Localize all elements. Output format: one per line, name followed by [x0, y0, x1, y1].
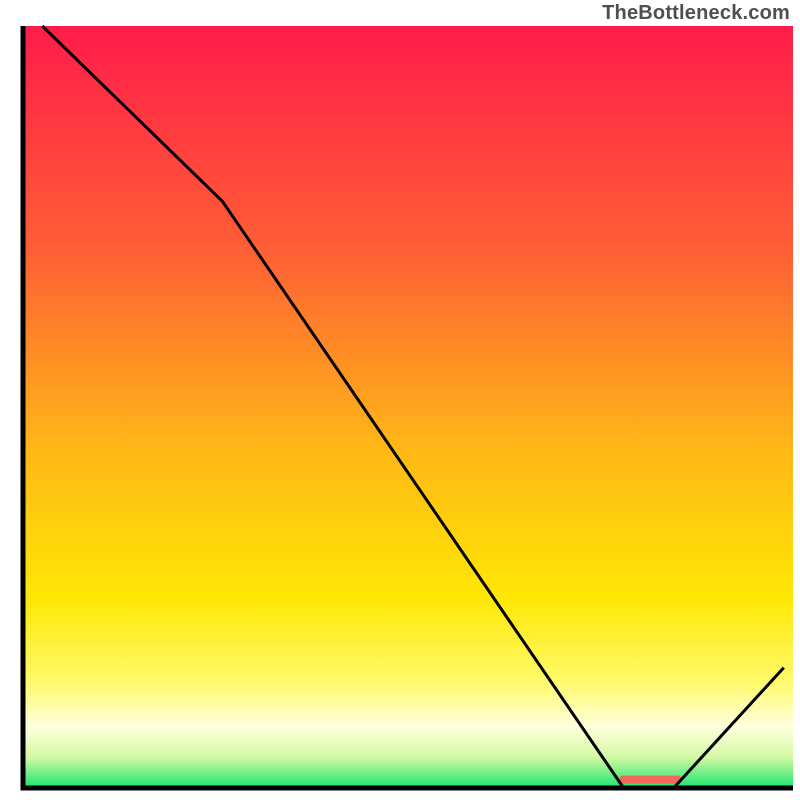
bottleneck-chart	[0, 0, 800, 800]
annotation-bar	[620, 776, 682, 784]
plot-background	[23, 26, 793, 788]
chart-container: TheBottleneck.com	[0, 0, 800, 800]
